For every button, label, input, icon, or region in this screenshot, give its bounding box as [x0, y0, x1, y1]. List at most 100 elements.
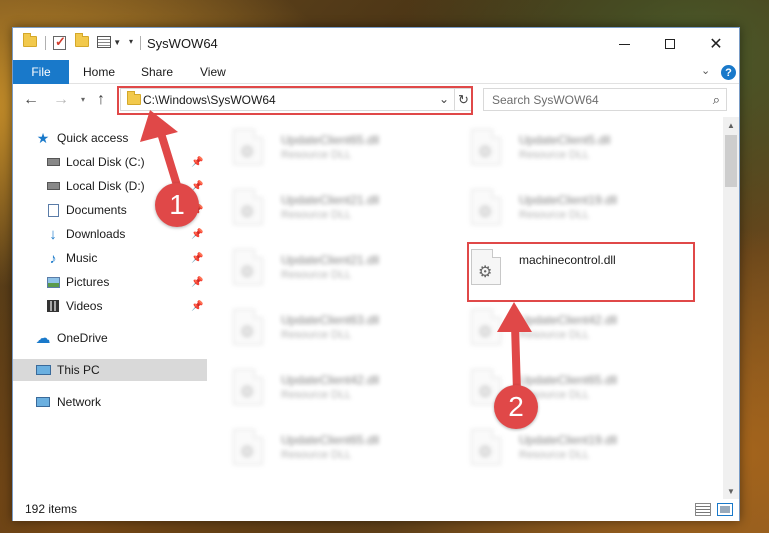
customize-quick-access-icon[interactable]: ▼	[97, 36, 121, 48]
videos-icon	[45, 299, 61, 313]
list-item[interactable]: ⚙ UpdateClient19.dll Resource DLL	[445, 185, 665, 229]
file-list: ⚙ UpdateClient65.dll Resource DLL ⚙ Upda…	[207, 117, 723, 499]
dll-file-icon: ⚙	[233, 429, 263, 465]
dll-file-icon: ⚙	[233, 189, 263, 225]
tab-home[interactable]: Home	[83, 65, 115, 79]
list-item[interactable]: ⚙ UpdateClient65.dll Resource DLL	[207, 425, 427, 469]
sidebar-item-local-disk-c[interactable]: Local Disk (C:) 📌	[13, 151, 207, 173]
up-arrow-icon[interactable]: ↑	[97, 91, 105, 109]
list-item[interactable]: ⚙ UpdateClient65.dll Resource DLL	[207, 125, 427, 169]
vertical-scrollbar[interactable]: ▲ ▼	[723, 117, 739, 499]
file-type: Resource DLL	[281, 389, 352, 401]
file-name: UpdateClient19.dll	[519, 433, 618, 447]
pictures-icon	[45, 275, 61, 289]
sidebar-item-label: Local Disk (D:)	[66, 179, 145, 193]
sidebar-item-onedrive[interactable]: ☁ OneDrive	[13, 327, 207, 349]
dll-file-icon: ⚙	[471, 189, 501, 225]
folder-icon[interactable]	[23, 33, 37, 47]
cloud-icon: ☁	[35, 330, 51, 347]
dll-file-icon: ⚙	[233, 309, 263, 345]
expand-ribbon-icon[interactable]: ⌄	[701, 64, 710, 77]
dll-file-icon: ⚙	[233, 249, 263, 285]
drive-icon	[45, 155, 61, 169]
scroll-thumb[interactable]	[725, 135, 737, 187]
sidebar-item-label: Videos	[66, 299, 103, 313]
sidebar-item-this-pc[interactable]: This PC	[13, 359, 207, 381]
list-item[interactable]: ⚙ UpdateClient42.dll Resource DLL	[445, 305, 665, 349]
file-name: UpdateClient42.dll	[519, 313, 618, 327]
scroll-down-icon[interactable]: ▼	[723, 483, 739, 499]
file-name: UpdateClient21.dll	[281, 193, 380, 207]
search-icon[interactable]: ⌕	[713, 92, 720, 108]
sidebar-item-pictures[interactable]: Pictures 📌	[13, 271, 207, 293]
file-type: Resource DLL	[281, 329, 352, 341]
properties-check-icon[interactable]	[53, 34, 66, 50]
search-input[interactable]: Search SysWOW64 ⌕	[483, 88, 727, 111]
quick-access-dropdown-icon[interactable]: ▾	[129, 37, 133, 46]
list-item[interactable]: ⚙ UpdateClient21.dll Resource DLL	[207, 185, 427, 229]
pin-icon[interactable]: 📌	[191, 253, 203, 264]
network-icon	[35, 395, 51, 409]
list-item[interactable]: ⚙ UpdateClient19.dll Resource DLL	[445, 425, 665, 469]
file-type: Resource DLL	[281, 269, 352, 281]
sidebar-item-label: This PC	[57, 363, 100, 377]
new-folder-icon[interactable]	[75, 33, 89, 47]
recent-locations-icon[interactable]: ▾	[81, 95, 85, 104]
tab-file[interactable]: File	[13, 60, 69, 84]
step-2-badge: 2	[494, 385, 538, 429]
file-type: Resource DLL	[519, 209, 590, 221]
file-name: UpdateClient65.dll	[519, 373, 618, 387]
details-view-button[interactable]	[695, 503, 711, 516]
dll-file-icon: ⚙	[233, 129, 263, 165]
help-icon[interactable]: ?	[721, 65, 736, 80]
back-arrow-icon[interactable]: ←	[23, 91, 39, 109]
file-type: Resource DLL	[281, 449, 352, 461]
minimize-button[interactable]	[601, 28, 647, 60]
close-icon: ✕	[709, 36, 723, 53]
ribbon: File Home Share View ⌄ ?	[13, 60, 739, 84]
sidebar-item-network[interactable]: Network	[13, 391, 207, 413]
forward-arrow-icon[interactable]: →	[53, 91, 69, 109]
drive-icon	[45, 179, 61, 193]
list-item[interactable]: ⚙ UpdateClient21.dll Resource DLL	[207, 245, 427, 289]
file-highlight	[467, 242, 695, 302]
dll-file-icon: ⚙	[233, 369, 263, 405]
maximize-icon	[665, 39, 675, 49]
status-bar: 192 items	[13, 499, 739, 521]
list-item[interactable]: ⚙ UpdateClient63.dll Resource DLL	[207, 305, 427, 349]
sidebar-item-label: Quick access	[57, 131, 129, 145]
large-icons-view-button[interactable]	[717, 503, 733, 516]
file-name: UpdateClient19.dll	[519, 193, 618, 207]
dll-file-icon: ⚙	[471, 309, 501, 345]
file-type: Resource DLL	[281, 149, 352, 161]
sidebar-item-quick-access[interactable]: ★ Quick access	[13, 127, 207, 149]
tab-view[interactable]: View	[200, 65, 226, 79]
maximize-button[interactable]	[647, 28, 693, 60]
pin-icon[interactable]: 📌	[191, 157, 203, 168]
address-bar-highlight	[117, 86, 473, 115]
close-button[interactable]: ✕	[693, 28, 739, 60]
sidebar-item-music[interactable]: ♪ Music 📌	[13, 247, 207, 269]
sidebar-item-label: Documents	[66, 203, 127, 217]
list-item[interactable]: ⚙ UpdateClient42.dll Resource DLL	[207, 365, 427, 409]
pin-icon[interactable]: 📌	[191, 229, 203, 240]
scroll-up-icon[interactable]: ▲	[723, 117, 739, 133]
search-placeholder: Search SysWOW64	[492, 93, 599, 107]
list-item[interactable]: ⚙ UpdateClient65.dll Resource DLL	[445, 365, 665, 409]
separator	[45, 36, 46, 50]
list-item[interactable]: ⚙ UpdateClient5.dll Resource DLL	[445, 125, 665, 169]
file-type: Resource DLL	[519, 149, 590, 161]
tab-share[interactable]: Share	[141, 65, 173, 79]
sidebar-item-videos[interactable]: Videos 📌	[13, 295, 207, 317]
file-name: UpdateClient42.dll	[281, 373, 380, 387]
pin-icon[interactable]: 📌	[191, 301, 203, 312]
item-count: 192 items	[25, 502, 78, 516]
downloads-icon: ↓	[49, 225, 57, 243]
pin-icon[interactable]: 📌	[191, 277, 203, 288]
separator	[140, 36, 141, 50]
computer-icon	[35, 363, 51, 377]
star-icon: ★	[36, 129, 50, 146]
sidebar-item-label: Music	[66, 251, 98, 265]
file-type: Resource DLL	[519, 329, 590, 341]
sidebar-item-label: Network	[57, 395, 102, 409]
